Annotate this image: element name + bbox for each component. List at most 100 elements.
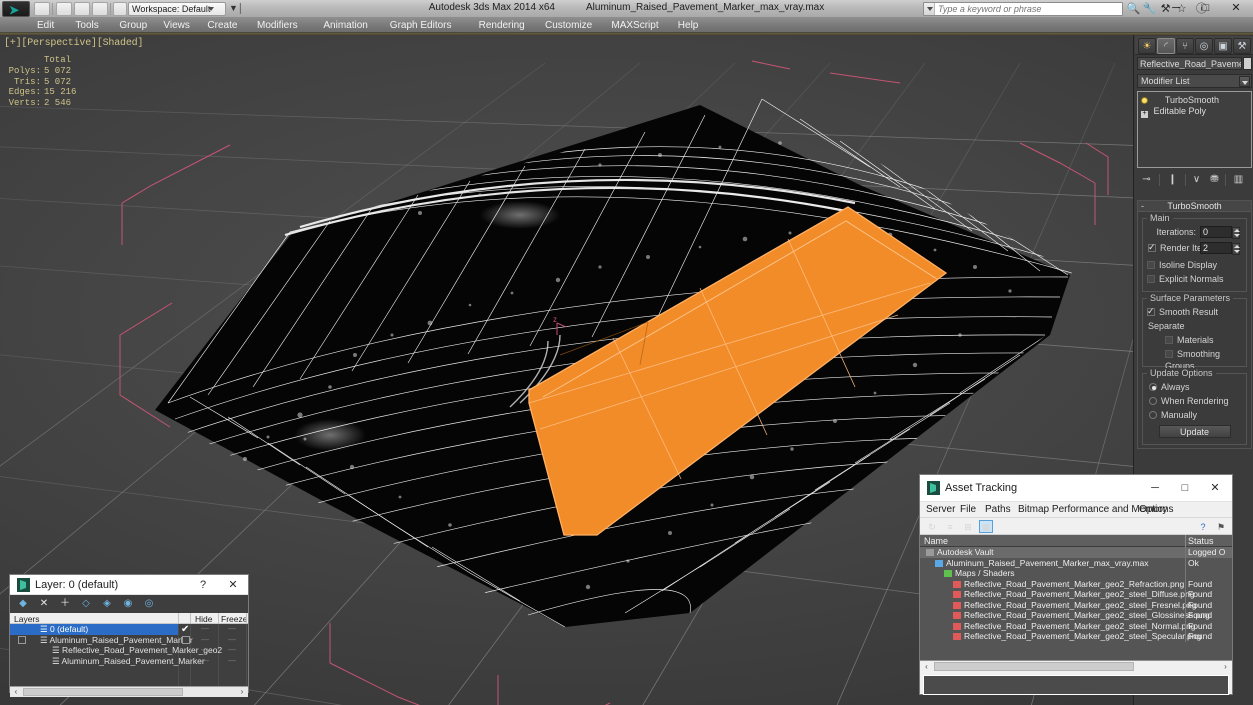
list-view-button[interactable]: ≡ (943, 520, 957, 533)
search-box[interactable] (923, 2, 1123, 16)
hide-cell[interactable]: — (201, 645, 209, 656)
binoculars-icon[interactable]: 🔍 (1126, 3, 1141, 16)
menu-server[interactable]: Server (926, 504, 955, 515)
spinner-arrows-icon[interactable] (1232, 227, 1240, 239)
table-row[interactable]: Reflective_Road_Pavement_Marker_geo2_ste… (920, 610, 1232, 621)
table-row[interactable]: Reflective_Road_Pavement_Marker_geo2_ste… (920, 599, 1232, 610)
menu-graph-editors[interactable]: Graph Editors (385, 18, 457, 33)
table-row[interactable]: Reflective_Road_Pavement_Marker_geo2_ste… (920, 620, 1232, 631)
checkbox-icon[interactable] (1147, 305, 1155, 317)
table-row[interactable]: Autodesk Vault Logged O (920, 547, 1232, 558)
refresh-button[interactable]: ↻ (925, 520, 939, 533)
checkbox-icon[interactable] (1147, 275, 1155, 283)
isoline-display-checkbox[interactable]: Isoline Display (1147, 259, 1242, 271)
menu-file[interactable]: File (960, 504, 976, 515)
asset-tracking-window[interactable]: Asset Tracking ─ □ ✕ Server File Paths B… (919, 474, 1233, 695)
hierarchy-tab[interactable]: ⑂ (1176, 38, 1194, 54)
menu-group[interactable]: Group (114, 18, 152, 33)
list-item[interactable]: ☰ 0 (default) ✔ — — (10, 624, 236, 635)
search-input[interactable] (938, 3, 1120, 15)
motion-tab[interactable]: ◎ (1195, 38, 1213, 54)
update-option-when-rendering[interactable]: When Rendering (1147, 395, 1242, 407)
help-icon[interactable]: ? (1196, 520, 1210, 533)
layer-horizontal-scrollbar[interactable]: ‹ › (10, 686, 248, 697)
highlight-selected-objects-button[interactable]: ◉ (121, 598, 135, 611)
object-color-swatch[interactable] (1243, 57, 1252, 70)
freeze-cell[interactable]: — (228, 635, 236, 646)
menu-customize[interactable]: Customize (540, 18, 597, 33)
rollout-toggle-icon[interactable]: - (1141, 201, 1144, 212)
asset-minimize-button[interactable]: ─ (1140, 475, 1170, 501)
make-unique-button[interactable]: ∨ (1189, 173, 1204, 188)
create-tab[interactable]: ☀ (1138, 38, 1156, 54)
menu-rendering[interactable]: Rendering (474, 18, 530, 33)
hide-unhide-layer-button[interactable]: ◎ (142, 598, 156, 611)
expand-icon[interactable]: + (1141, 110, 1148, 118)
modifier-stack-item-turbosmooth[interactable]: TurboSmooth (1138, 95, 1251, 106)
window-maximize-button[interactable]: □ (1191, 0, 1221, 17)
scrollbar-thumb[interactable] (934, 662, 1134, 671)
menu-views[interactable]: Views (158, 18, 195, 33)
list-item[interactable]: ☰ Aluminum_Raised_Pavement_Marker — — (10, 635, 248, 646)
update-option-always[interactable]: Always (1147, 381, 1242, 393)
hide-cell[interactable]: — (201, 656, 209, 667)
utilities-tab[interactable]: ⚒ (1233, 38, 1251, 54)
rollout-header[interactable]: - TurboSmooth (1138, 201, 1251, 212)
table-row[interactable]: Maps / Shaders (920, 568, 1232, 579)
wrench-icon[interactable]: 🔧 (1142, 3, 1157, 16)
asset-tracking-title-bar[interactable]: Asset Tracking ─ □ ✕ (920, 475, 1232, 502)
scroll-right-arrow-icon[interactable]: › (1219, 661, 1232, 672)
table-row[interactable]: Reflective_Road_Pavement_Marker_geo2_Ref… (920, 578, 1232, 589)
scroll-left-arrow-icon[interactable]: ‹ (920, 661, 933, 672)
modifier-stack[interactable]: TurboSmooth + Editable Poly (1137, 91, 1252, 168)
radio-icon[interactable] (1149, 383, 1157, 391)
table-row[interactable]: Reflective_Road_Pavement_Marker_geo2_ste… (920, 631, 1232, 642)
checkbox-icon[interactable] (1165, 350, 1173, 358)
select-highlighted-objects-button[interactable]: ◈ (100, 598, 114, 611)
materials-checkbox[interactable]: Materials (1147, 334, 1242, 346)
object-name-field[interactable]: Reflective_Road_Pavement_ (1137, 57, 1242, 70)
hide-cell[interactable]: — (201, 635, 209, 646)
layer-list[interactable]: ☰ 0 (default) ✔ — — ☰ Aluminum_Raised_Paveme… (10, 624, 248, 686)
scroll-right-arrow-icon[interactable]: › (236, 687, 248, 697)
lightbulb-icon[interactable] (1141, 97, 1148, 104)
iterations-spinner[interactable]: 0 (1200, 226, 1240, 239)
spinner-arrows-icon[interactable] (1232, 243, 1240, 255)
asset-close-button[interactable]: ✕ (1200, 475, 1230, 501)
checkbox-icon[interactable] (1147, 261, 1155, 269)
menu-tools[interactable]: Tools (70, 18, 103, 33)
menu-create[interactable]: Create (202, 18, 242, 33)
window-minimize-button[interactable]: ─ (1161, 0, 1191, 17)
update-button[interactable]: Update (1158, 425, 1231, 438)
scrollbar-thumb[interactable] (23, 688, 183, 696)
layer-help-button[interactable]: ? (188, 575, 218, 595)
layer-window[interactable]: Layer: 0 (default) ? ✕ ◆ ✕ ＋ ◇ ◈ ◉ ◎ Lay… (9, 574, 249, 697)
show-end-result-button[interactable]: ❙ (1165, 173, 1180, 188)
render-iters-spinner[interactable]: 2 (1200, 242, 1240, 255)
checkbox-icon[interactable] (1148, 241, 1156, 254)
smoothing-groups-checkbox[interactable]: Smoothing Groups (1147, 348, 1242, 371)
freeze-cell[interactable]: — (228, 656, 236, 667)
column-header-hide[interactable]: Hide (195, 614, 212, 624)
create-new-layer-button[interactable]: ◆ (16, 598, 30, 611)
delete-layer-button[interactable]: ✕ (37, 598, 51, 611)
smooth-result-checkbox[interactable]: Smooth Result (1147, 305, 1242, 318)
checkbox-icon[interactable] (1165, 336, 1173, 344)
radio-icon[interactable] (1149, 397, 1157, 405)
select-objects-in-layer-button[interactable]: ◇ (79, 598, 93, 611)
list-item[interactable]: ☰ Reflective_Road_Pavement_Marker_geo2— — (10, 645, 248, 656)
expand-checkbox[interactable] (18, 636, 26, 644)
display-tab[interactable]: ▣ (1214, 38, 1232, 54)
column-header-status[interactable]: Status (1188, 536, 1214, 546)
visible-checkbox[interactable] (182, 636, 190, 644)
freeze-cell[interactable]: — (228, 624, 236, 635)
explicit-normals-checkbox[interactable]: Explicit Normals (1147, 273, 1242, 285)
column-header-layers[interactable]: Layers (14, 614, 40, 624)
configure-modifier-sets-button[interactable]: ▥ (1231, 173, 1246, 188)
asset-tracking-list[interactable]: Autodesk Vault Logged O Aluminum_Raised_Pa… (920, 547, 1232, 660)
scroll-left-arrow-icon[interactable]: ‹ (10, 687, 22, 697)
update-option-manually[interactable]: Manually (1147, 409, 1242, 421)
layer-window-title-bar[interactable]: Layer: 0 (default) ? ✕ (10, 575, 248, 595)
menu-animation[interactable]: Animation (318, 18, 372, 33)
modifier-stack-item-editable-poly[interactable]: + Editable Poly (1138, 106, 1251, 118)
